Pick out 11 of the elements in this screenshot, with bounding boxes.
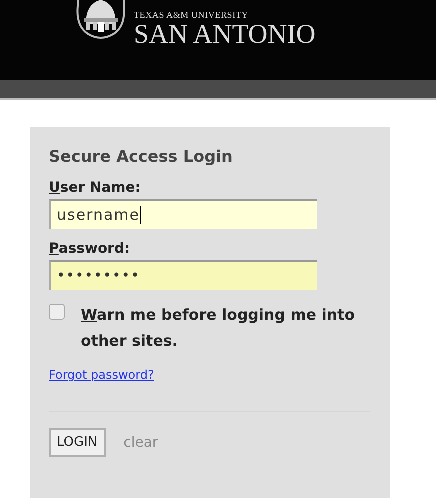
warn-checkbox[interactable] bbox=[49, 304, 65, 320]
logo-subtitle: TEXAS A&M UNIVERSITY bbox=[134, 10, 250, 20]
login-title: Secure Access Login bbox=[49, 147, 234, 166]
username-field[interactable]: username bbox=[49, 199, 317, 229]
field-label: Password: bbox=[49, 241, 132, 257]
logo-title: SAN ANTONIO bbox=[134, 20, 316, 48]
warn-label: Warn me before logging me into other sites. bbox=[80, 305, 356, 352]
password-field[interactable]: ••••••••• bbox=[49, 260, 317, 290]
field-label: User Name: bbox=[49, 180, 142, 196]
login-button[interactable]: LOGIN bbox=[49, 428, 106, 457]
forgot-password-link[interactable]: Forgot password? bbox=[49, 368, 154, 382]
